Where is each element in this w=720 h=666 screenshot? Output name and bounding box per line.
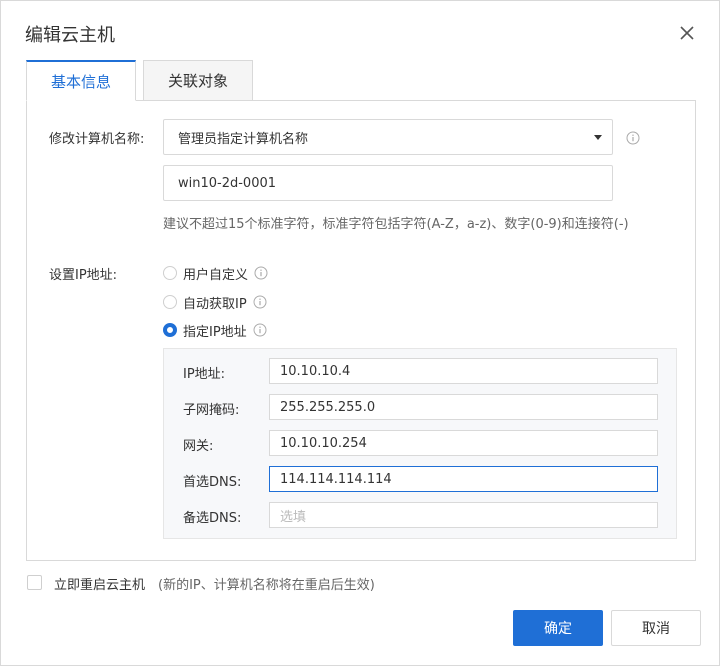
radio-button[interactable] [163,266,177,280]
radio-button[interactable] [163,295,177,309]
dialog-title: 编辑云主机 [25,25,115,46]
subnet-mask-input[interactable]: 255.255.255.0 [269,394,658,420]
info-icon[interactable] [626,130,640,145]
confirm-button[interactable]: 确定 [513,610,603,646]
subnet-mask-label: 子网掩码: [183,403,240,418]
ip-address-input[interactable]: 10.10.10.4 [269,358,658,384]
primary-dns-input[interactable]: 114.114.114.114 [269,466,658,492]
computer-name-hint: 建议不超过15个标准字符，标准字符包括字符(A-Z，a-z)、数字(0-9)和连… [163,217,629,232]
secondary-dns-input[interactable]: 选填 [269,502,658,528]
radio-label: 指定IP地址 [183,324,247,340]
gateway-label: 网关: [183,439,214,454]
cancel-button[interactable]: 取消 [611,610,701,646]
radio-user-defined[interactable]: 用户自定义 [163,264,268,283]
restart-checkbox[interactable] [27,575,42,590]
rename-label: 修改计算机名称: [49,132,145,147]
gateway-input[interactable]: 10.10.10.254 [269,430,658,456]
tab-basic-info[interactable]: 基本信息 [26,60,136,101]
info-icon[interactable] [253,295,267,309]
computer-name-input[interactable]: win10-2d-0001 [163,165,613,201]
secondary-dns-label: 备选DNS: [183,511,242,526]
radio-static-ip[interactable]: 指定IP地址 [163,321,267,340]
rename-mode-value: 管理员指定计算机名称 [178,131,309,147]
radio-label: 自动获取IP [183,296,247,312]
caret-down-icon [594,135,602,140]
info-icon[interactable] [253,323,267,337]
info-icon[interactable] [254,266,268,280]
restart-note: (新的IP、计算机名称将在重启后生效) [158,578,375,593]
ip-address-label: IP地址: [183,367,226,382]
ip-setting-label: 设置IP地址: [49,268,118,283]
rename-mode-select[interactable]: 管理员指定计算机名称 [163,119,613,155]
radio-auto-ip[interactable]: 自动获取IP [163,293,267,312]
restart-label[interactable]: 立即重启云主机 [54,574,145,593]
radio-label: 用户自定义 [183,267,249,283]
close-icon[interactable] [675,21,699,45]
radio-button-checked[interactable] [163,323,177,337]
primary-dns-label: 首选DNS: [183,475,242,490]
tab-related-objects[interactable]: 关联对象 [143,60,253,101]
edit-cloud-host-dialog: 编辑云主机 基本信息 关联对象 修改计算机名称: 管理员指定计算机名称 win1… [0,0,720,666]
